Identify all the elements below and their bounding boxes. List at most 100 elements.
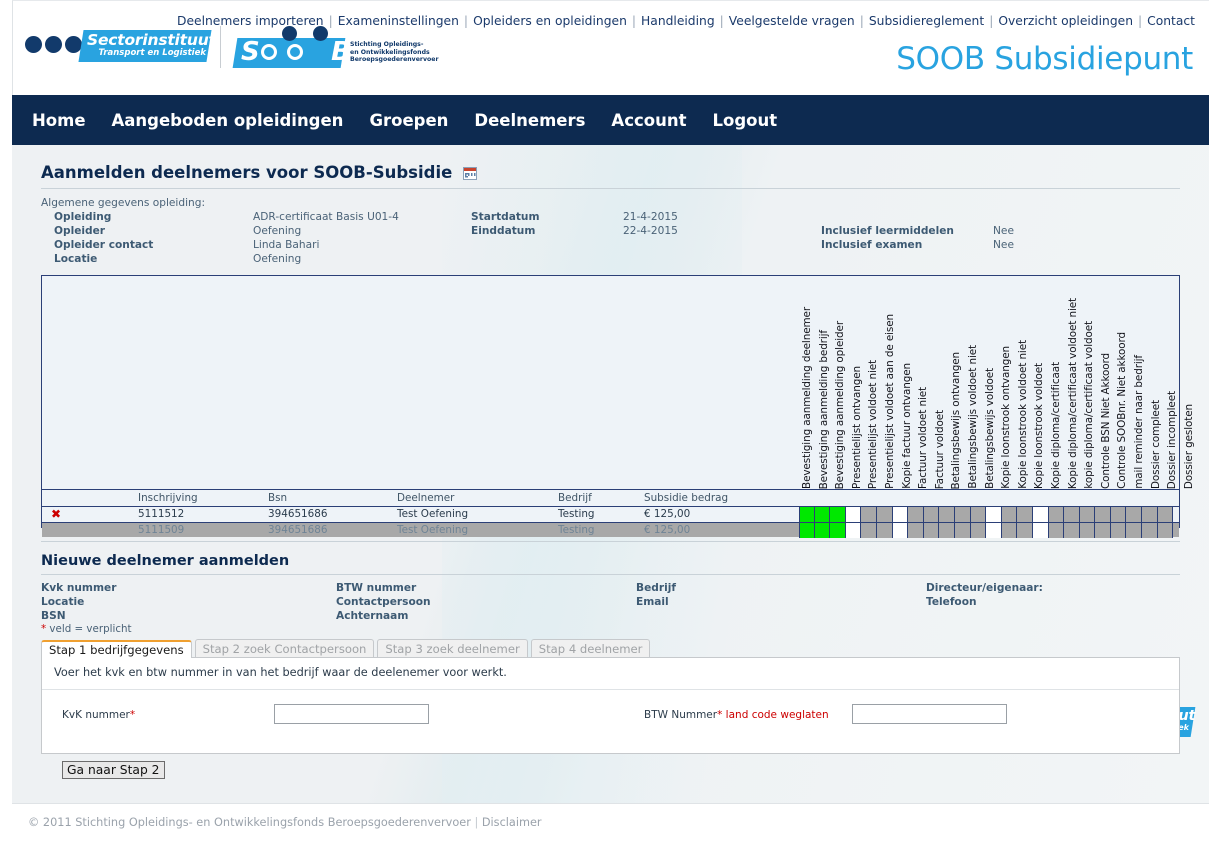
status-column-header: Betalingsbewijs voldoet niet <box>967 345 979 489</box>
status-cell[interactable] <box>1048 507 1065 522</box>
app-frame: Deelnemers importeren | Exameninstellingen… <box>12 0 1209 845</box>
status-cell[interactable] <box>970 523 987 538</box>
nav-item-account[interactable]: Account <box>611 111 686 130</box>
status-cell[interactable] <box>799 507 815 522</box>
status-cell[interactable] <box>830 523 846 538</box>
logo-text: Sectorinstituut Transport en Logistiek <box>87 31 216 58</box>
utility-link-exameninstellingen[interactable]: Exameninstellingen <box>334 14 463 28</box>
status-cell[interactable] <box>908 507 924 522</box>
label-kvk-nummer: Kvk nummer <box>41 582 117 594</box>
status-cell[interactable] <box>1064 507 1080 522</box>
status-cell[interactable] <box>892 523 909 538</box>
status-cell[interactable] <box>845 507 862 522</box>
status-cell[interactable] <box>939 523 955 538</box>
status-cell[interactable] <box>923 523 940 538</box>
tab-stap-2[interactable]: Stap 2 zoek Contactpersoon <box>194 639 375 657</box>
status-cell[interactable] <box>1079 523 1096 538</box>
footer-link-disclaimer[interactable]: Disclaimer <box>482 816 542 829</box>
status-cell[interactable] <box>1110 507 1127 522</box>
calendar-icon[interactable] <box>463 167 478 180</box>
table-row[interactable]: ✖ 5111512 394651686 Test Oefening Testin… <box>42 506 1179 522</box>
status-cell[interactable] <box>986 523 1002 538</box>
spacer-cell <box>926 610 1176 622</box>
status-column-header: Controle BSN Niet Akkoord <box>1099 353 1112 489</box>
status-cells-row[interactable] <box>799 507 1174 522</box>
table-row[interactable]: 5111509 394651686 Test Oefening Testing … <box>42 522 1179 538</box>
utility-link-veelgestelde-vragen[interactable]: Veelgestelde vragen <box>725 14 859 28</box>
status-column-header: Kopie loonstrook voldoet niet <box>1016 340 1029 489</box>
status-cell[interactable] <box>1126 507 1143 522</box>
footer-text: © 2011 Stichting Opleidings- en Ontwikke… <box>28 816 542 829</box>
status-cell[interactable] <box>1157 507 1174 522</box>
status-cell[interactable] <box>1001 523 1018 538</box>
status-cell[interactable] <box>1110 523 1127 538</box>
cell-subsidie-bedrag: € 125,00 <box>644 524 691 536</box>
nav-item-logout[interactable]: Logout <box>712 111 777 130</box>
status-cell[interactable] <box>908 523 924 538</box>
nav-item-home[interactable]: Home <box>32 111 86 130</box>
ga-naar-stap-2-button[interactable]: Ga naar Stap 2 <box>62 761 165 779</box>
status-cell[interactable] <box>861 523 877 538</box>
status-column-header: Bevestiging aanmelding bedrijf <box>817 329 830 489</box>
status-cell[interactable] <box>830 507 846 522</box>
spacer-cell <box>623 239 808 251</box>
status-cell[interactable] <box>1126 523 1143 538</box>
status-column-header: kopie diploma/certificaat voldoet <box>1083 321 1096 489</box>
status-cells-row[interactable] <box>799 523 1174 538</box>
nav-item-deelnemers[interactable]: Deelnemers <box>474 111 585 130</box>
status-cell[interactable] <box>845 523 862 538</box>
status-cell[interactable] <box>1017 507 1033 522</box>
utility-link-contact[interactable]: Contact <box>1143 14 1199 28</box>
status-cell[interactable] <box>923 507 940 522</box>
cell-bedrijf: Testing <box>558 508 595 520</box>
kvk-nummer-input[interactable] <box>274 704 429 724</box>
tab-stap-4[interactable]: Stap 4 deelnemer <box>530 639 651 657</box>
status-cell[interactable] <box>1079 507 1096 522</box>
status-cell[interactable] <box>939 507 955 522</box>
label-telefoon: Telefoon <box>926 596 977 608</box>
table-column-header: Bsn <box>268 492 288 504</box>
status-cell[interactable] <box>954 523 971 538</box>
status-cell[interactable] <box>1157 523 1174 538</box>
status-cell[interactable] <box>1048 523 1065 538</box>
status-cell[interactable] <box>876 507 893 522</box>
status-cell[interactable] <box>892 507 909 522</box>
status-cell[interactable] <box>1142 523 1158 538</box>
btw-nummer-input[interactable] <box>852 704 1007 724</box>
status-cell[interactable] <box>986 507 1002 522</box>
nav-item-groepen[interactable]: Groepen <box>369 111 448 130</box>
utility-link-handleiding[interactable]: Handleiding <box>637 14 719 28</box>
status-cell[interactable] <box>814 523 831 538</box>
status-cell[interactable] <box>1001 507 1018 522</box>
status-cell[interactable] <box>1017 523 1033 538</box>
status-cell[interactable] <box>799 523 815 538</box>
status-cell[interactable] <box>1095 507 1111 522</box>
logo-text-primary: Sectorinstituut <box>87 31 216 49</box>
soob-logo[interactable]: S B Stichting Opleidings-en Ontwikkeling… <box>232 26 439 73</box>
label-bsn: BSN <box>41 610 66 622</box>
utility-link-overzicht-opleidingen[interactable]: Overzicht opleidingen <box>994 14 1137 28</box>
label-kvk-nummer-field: KvK nummer* <box>62 709 135 721</box>
sectorinstituut-logo[interactable]: Sectorinstituut Transport en Logistiek <box>23 30 216 63</box>
status-cell[interactable] <box>1032 523 1049 538</box>
status-cell[interactable] <box>1032 507 1049 522</box>
status-cell[interactable] <box>970 507 987 522</box>
table-column-header: Deelnemer <box>397 492 455 504</box>
training-info-grid: Opleiding ADR-certificaat Basis U01-4 St… <box>41 211 1180 265</box>
status-column-header: Controle SOOBnr. Niet akkoord <box>1116 332 1129 489</box>
status-cell[interactable] <box>814 507 831 522</box>
utility-link-subsidiereglement[interactable]: Subsidiereglement <box>865 14 988 28</box>
status-cell[interactable] <box>1064 523 1080 538</box>
status-cell[interactable] <box>876 523 893 538</box>
status-cell[interactable] <box>1095 523 1111 538</box>
nav-item-aangeboden-opleidingen[interactable]: Aangeboden opleidingen <box>112 111 344 130</box>
status-cell[interactable] <box>1142 507 1158 522</box>
utility-link-opleiders-en-opleidingen[interactable]: Opleiders en opleidingen <box>469 14 631 28</box>
status-cell[interactable] <box>861 507 877 522</box>
status-cell[interactable] <box>954 507 971 522</box>
tab-stap-1[interactable]: Stap 1 bedrijfgegevens <box>41 640 192 658</box>
delete-row-icon[interactable]: ✖ <box>51 507 61 521</box>
cell-bsn: 394651686 <box>268 508 328 520</box>
tab-stap-3[interactable]: Stap 3 zoek deelnemer <box>377 639 528 657</box>
training-info-lead: Algemene gegevens opleiding: <box>41 197 206 209</box>
